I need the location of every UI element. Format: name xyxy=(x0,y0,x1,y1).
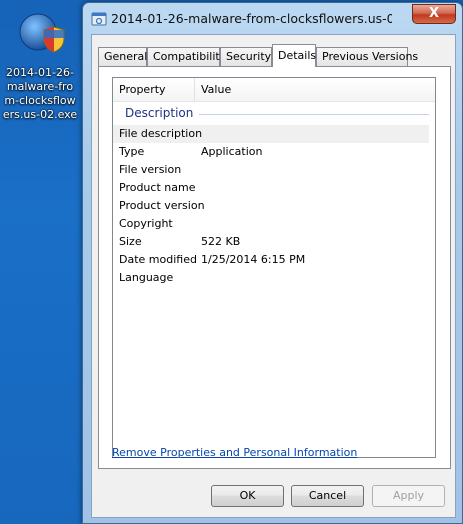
list-header: Property Value xyxy=(113,78,435,102)
list-item[interactable]: Copyright xyxy=(113,215,435,233)
desktop-file-label: 2014-01-26-malware-from-clocksflowers.us… xyxy=(2,66,78,121)
group-label: Description xyxy=(125,106,194,120)
list-item[interactable]: File description xyxy=(113,125,429,143)
property-name: Type xyxy=(119,145,145,158)
list-item[interactable]: File version xyxy=(113,161,435,179)
column-property[interactable]: Property xyxy=(113,78,195,102)
details-panel: Property Value Description File descript… xyxy=(98,66,451,469)
property-value: Application xyxy=(201,145,263,158)
tab-general[interactable]: General xyxy=(98,47,147,66)
property-value: 1/25/2014 6:15 PM xyxy=(201,253,306,266)
list-item[interactable]: Product version xyxy=(113,197,435,215)
tab-details[interactable]: Details xyxy=(272,44,316,67)
property-rows: File description Type Application File ve… xyxy=(113,125,435,287)
desktop-file-icon[interactable]: 2014-01-26-malware-from-clocksflowers.us… xyxy=(0,8,80,122)
property-name: Date modified xyxy=(119,253,197,266)
properties-list[interactable]: Property Value Description File descript… xyxy=(112,77,436,458)
tab-security[interactable]: Security xyxy=(220,47,272,66)
property-name: Product name xyxy=(119,181,196,194)
ok-button[interactable]: OK xyxy=(211,485,284,507)
cancel-button[interactable]: Cancel xyxy=(291,485,364,507)
property-name: File version xyxy=(119,163,182,176)
security-shield-icon xyxy=(19,13,65,53)
app-icon xyxy=(91,12,107,26)
list-item[interactable]: Product name xyxy=(113,179,435,197)
property-name: Size xyxy=(119,235,142,248)
list-item[interactable]: Date modified 1/25/2014 6:15 PM xyxy=(113,251,435,269)
remove-properties-link[interactable]: Remove Properties and Personal Informati… xyxy=(112,446,357,459)
list-item[interactable]: Size 522 KB xyxy=(113,233,435,251)
property-name: Copyright xyxy=(119,217,173,230)
group-divider xyxy=(199,114,429,115)
tab-previous-versions[interactable]: Previous Versions xyxy=(316,47,418,66)
property-name: File description xyxy=(119,127,203,140)
column-value[interactable]: Value xyxy=(195,78,435,102)
dialog-body: General Compatibility Security Details P… xyxy=(91,34,456,518)
tab-compatibility[interactable]: Compatibility xyxy=(147,47,226,66)
window-title: 2014-01-26-malware-from-clocksflowers.us… xyxy=(111,11,392,26)
properties-window: 2014-01-26-malware-from-clocksflowers.us… xyxy=(82,2,463,524)
list-item[interactable]: Type Application xyxy=(113,143,435,161)
property-value: 522 KB xyxy=(201,235,241,248)
group-description[interactable]: Description xyxy=(113,106,435,122)
property-name: Language xyxy=(119,271,174,284)
title-bar[interactable]: 2014-01-26-malware-from-clocksflowers.us… xyxy=(83,3,462,33)
list-item[interactable]: Language xyxy=(113,269,435,287)
apply-button[interactable]: Apply xyxy=(372,485,445,507)
property-name: Product version xyxy=(119,199,205,212)
close-button[interactable]: X xyxy=(412,4,456,24)
